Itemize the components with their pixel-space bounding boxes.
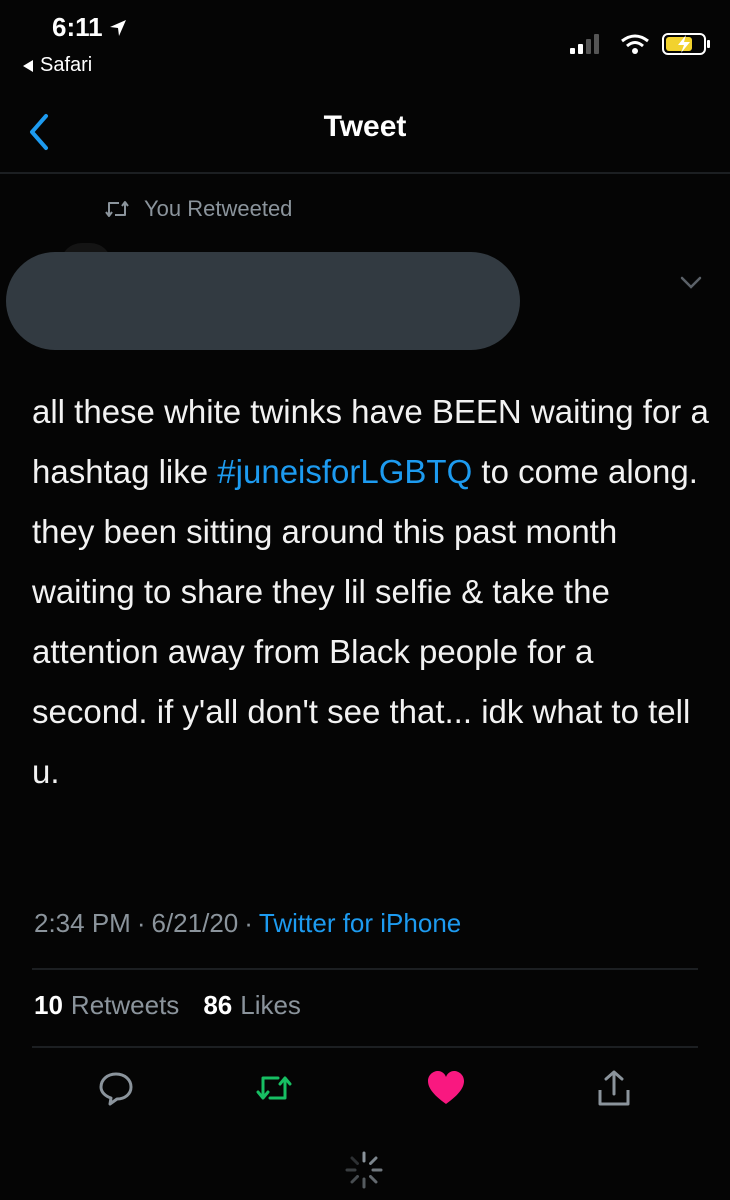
like-button[interactable]	[426, 1068, 466, 1108]
retweet-button[interactable]	[254, 1068, 294, 1108]
nav-divider	[0, 172, 730, 174]
tweet-date: 6/21/20	[151, 908, 239, 938]
tweet-text: all these white twinks have BEEN waiting…	[32, 382, 712, 802]
retweets-count[interactable]: 10	[34, 990, 63, 1021]
back-triangle-icon	[23, 59, 33, 72]
tweet-time: 2:34 PM	[34, 908, 131, 938]
hashtag-link[interactable]: #juneisforLGBTQ	[217, 453, 472, 490]
share-button[interactable]	[594, 1068, 634, 1108]
retweet-context: You Retweeted	[104, 196, 292, 222]
wifi-icon	[621, 34, 649, 54]
likes-count[interactable]: 86	[203, 990, 232, 1021]
page-title: Tweet	[323, 110, 407, 143]
loading-spinner-icon	[344, 1150, 384, 1190]
back-app-label: Safari	[40, 54, 93, 76]
time-text: 6:11	[52, 12, 103, 42]
retweet-context-label: You Retweeted	[144, 196, 293, 221]
retweets-label[interactable]: Retweets	[71, 990, 179, 1021]
status-time: 6:11	[52, 12, 127, 43]
divider	[32, 1046, 698, 1048]
retweet-small-icon	[105, 201, 129, 217]
chevron-down-icon	[680, 276, 702, 289]
meta-separator: ·	[136, 908, 146, 938]
meta-separator: ·	[244, 908, 253, 938]
tweet-meta: 2:34 PM · 6/21/20 · Twitter for iPhone	[34, 908, 461, 939]
tweet-source-link[interactable]: Twitter for iPhone	[259, 908, 461, 939]
like-icon	[428, 1071, 464, 1104]
redacted-author-block	[6, 252, 520, 350]
more-options-button[interactable]	[676, 270, 706, 294]
retweet-icon	[256, 1076, 292, 1100]
reply-button[interactable]	[96, 1068, 136, 1108]
tweet-text-end: to come along. they been sitting around …	[32, 453, 698, 790]
battery-charging-icon	[662, 33, 710, 55]
status-icons	[568, 32, 712, 56]
back-to-app-link[interactable]: Safari	[22, 54, 92, 77]
reply-icon	[99, 1072, 133, 1106]
location-arrow-icon	[109, 19, 126, 36]
divider	[32, 968, 698, 970]
share-icon	[598, 1070, 630, 1106]
likes-label[interactable]: Likes	[240, 990, 301, 1021]
signal-icon	[570, 34, 599, 54]
tweet-stats: 10 Retweets 86 Likes	[34, 990, 301, 1021]
